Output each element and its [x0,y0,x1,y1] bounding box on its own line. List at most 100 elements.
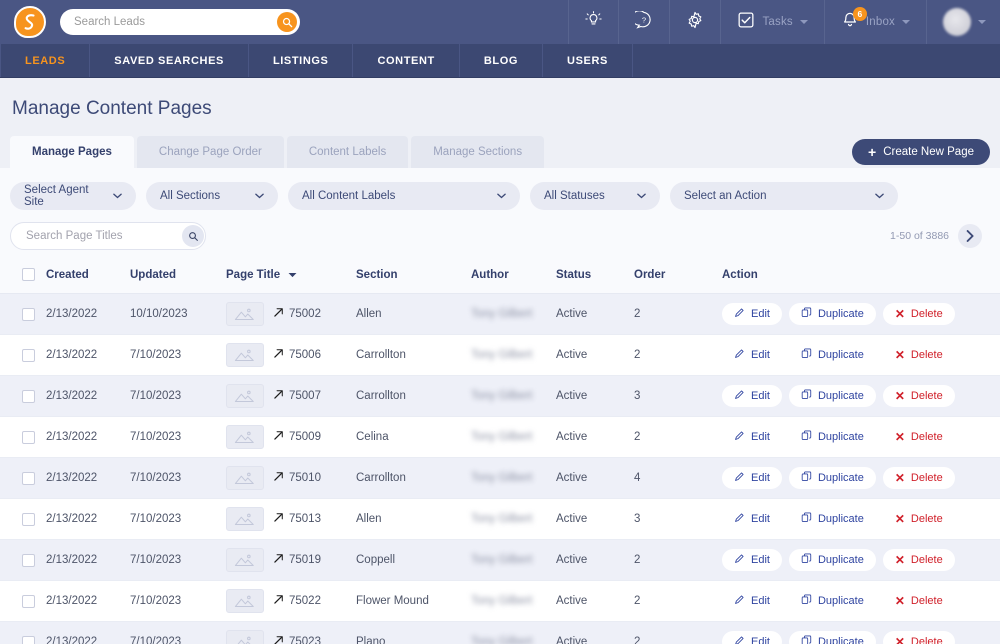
create-new-page-button[interactable]: + Create New Page [852,139,990,165]
tab-manage-pages[interactable]: Manage Pages [10,136,134,168]
nav-item-leads[interactable]: LEADS [0,44,91,77]
row-select-checkbox[interactable] [22,635,35,644]
row-select-checkbox[interactable] [22,348,35,362]
help-button[interactable]: ? [618,0,669,44]
column-header-created[interactable]: Created [46,262,130,294]
search-icon[interactable] [182,225,204,247]
tab-manage-sections[interactable]: Manage Sections [411,136,545,168]
edit-button[interactable]: Edit [722,631,782,644]
sections-select[interactable]: All Sections [146,182,278,210]
duplicate-button[interactable]: Duplicate [788,344,876,366]
select-all-checkbox[interactable] [22,268,35,281]
duplicate-button[interactable]: Duplicate [788,303,876,325]
tab-content-labels[interactable]: Content Labels [286,136,409,168]
cell-section: Carrollton [356,457,471,499]
nav-item-saved-searches[interactable]: SAVED SEARCHES [90,44,249,77]
page-title-link[interactable]: 75007 [273,389,321,403]
page-title-link[interactable]: 75023 [273,635,321,644]
row-select-checkbox[interactable] [22,471,35,485]
nav-item-listings[interactable]: LISTINGS [249,44,354,77]
duplicate-button[interactable]: Duplicate [788,426,876,448]
page-thumbnail-placeholder-icon[interactable] [226,384,264,408]
delete-button[interactable]: ✕ Delete [882,631,955,644]
delete-button[interactable]: ✕ Delete [882,549,955,571]
edit-button[interactable]: Edit [722,508,782,530]
row-select-checkbox[interactable] [22,512,35,526]
main-navigation: LEADS SAVED SEARCHES LISTINGS CONTENT BL… [0,44,1000,78]
search-page-titles-input[interactable] [24,229,182,243]
edit-button[interactable]: Edit [722,590,782,612]
row-select-checkbox[interactable] [22,307,35,321]
content-pages-table: Created Updated Page Title Section Autho… [0,262,1000,644]
global-search[interactable] [60,9,300,35]
nav-item-users[interactable]: USERS [543,44,633,77]
cell-created: 2/13/2022 [46,539,130,581]
page-title-link[interactable]: 75009 [273,430,321,444]
page-thumbnail-placeholder-icon[interactable] [226,466,264,490]
nav-item-blog[interactable]: BLOG [460,44,544,77]
agent-site-select[interactable]: Select Agent Site [10,182,136,210]
page-thumbnail-placeholder-icon[interactable] [226,630,264,644]
column-header-section[interactable]: Section [356,262,471,294]
sierra-logo-icon[interactable] [14,6,46,38]
row-select-checkbox[interactable] [22,553,35,567]
page-thumbnail-placeholder-icon[interactable] [226,343,264,367]
cell-section: Carrollton [356,334,471,376]
nav-item-content[interactable]: CONTENT [353,44,460,77]
duplicate-button[interactable]: Duplicate [788,549,876,571]
duplicate-button[interactable]: Duplicate [788,631,876,644]
column-header-updated[interactable]: Updated [130,262,226,294]
tasks-menu[interactable]: Tasks [720,0,823,44]
status-select[interactable]: All Statuses [530,182,660,210]
duplicate-label: Duplicate [817,595,864,607]
next-page-button[interactable] [958,224,982,248]
column-header-author[interactable]: Author [471,262,556,294]
duplicate-button[interactable]: Duplicate [788,385,876,407]
edit-button[interactable]: Edit [722,303,782,325]
page-thumbnail-placeholder-icon[interactable] [226,548,264,572]
row-select-checkbox[interactable] [22,430,35,444]
page-title-link[interactable]: 75013 [273,512,321,526]
edit-button[interactable]: Edit [722,344,782,366]
delete-button[interactable]: ✕ Delete [882,303,955,325]
inbox-menu[interactable]: 6 Inbox [823,0,926,44]
delete-button[interactable]: ✕ Delete [882,385,955,407]
search-input[interactable] [72,15,277,29]
duplicate-button[interactable]: Duplicate [788,590,876,612]
delete-button[interactable]: ✕ Delete [882,426,955,448]
cell-author: Tony Gilbert [471,431,533,443]
search-icon[interactable] [277,12,297,32]
user-menu[interactable] [926,0,1000,44]
column-header-page-title[interactable]: Page Title [226,262,356,294]
content-labels-select[interactable]: All Content Labels [288,182,520,210]
page-thumbnail-placeholder-icon[interactable] [226,589,264,613]
page-title-link[interactable]: 75002 [273,307,321,321]
delete-button[interactable]: ✕ Delete [882,344,955,366]
page-title-link[interactable]: 75006 [273,348,321,362]
delete-button[interactable]: ✕ Delete [882,508,955,530]
page-thumbnail-placeholder-icon[interactable] [226,507,264,531]
edit-button[interactable]: Edit [722,385,782,407]
page-thumbnail-placeholder-icon[interactable] [226,302,264,326]
delete-button[interactable]: ✕ Delete [882,590,955,612]
tab-change-page-order[interactable]: Change Page Order [136,136,284,168]
bulk-action-select[interactable]: Select an Action [670,182,898,210]
page-title-link[interactable]: 75022 [273,594,321,608]
duplicate-button[interactable]: Duplicate [788,508,876,530]
delete-button[interactable]: ✕ Delete [882,467,955,489]
page-thumbnail-placeholder-icon[interactable] [226,425,264,449]
duplicate-button[interactable]: Duplicate [788,467,876,489]
row-select-checkbox[interactable] [22,594,35,608]
row-select-checkbox[interactable] [22,389,35,403]
column-header-order[interactable]: Order [634,262,722,294]
tips-lightbulb-button[interactable] [568,0,618,44]
cell-section: Celina [356,416,471,458]
column-header-status[interactable]: Status [556,262,634,294]
edit-button[interactable]: Edit [722,549,782,571]
edit-button[interactable]: Edit [722,467,782,489]
page-title-search[interactable] [10,222,206,250]
edit-button[interactable]: Edit [722,426,782,448]
page-title-link[interactable]: 75019 [273,553,321,567]
settings-button[interactable] [669,0,720,44]
page-title-link[interactable]: 75010 [273,471,321,485]
